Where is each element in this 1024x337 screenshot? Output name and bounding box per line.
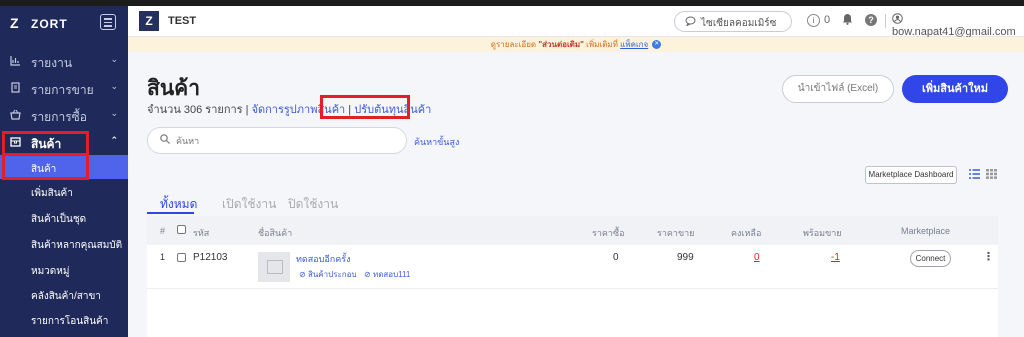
chevron-down-icon: ⌄ xyxy=(110,108,118,118)
row-code: P12103 xyxy=(193,252,228,263)
chevron-up-icon: ⌃ xyxy=(110,135,118,145)
sidebar-subitem-variants[interactable]: สินค้าหลากคุณสมบัติ xyxy=(0,231,128,255)
select-all-checkbox[interactable] xyxy=(177,225,186,234)
sidebar-subitem-label: สินค้าหลากคุณสมบัติ xyxy=(31,240,123,251)
sidebar-subitem-transfers[interactable]: รายการโอนสินค้า xyxy=(0,307,128,331)
social-commerce-label: ไซเซียลคอมเมิร์ซ xyxy=(701,18,777,29)
user-menu[interactable]: bow.napat41@gmail.com xyxy=(892,13,1024,38)
social-commerce-button[interactable]: ไซเซียลคอมเมิร์ซ xyxy=(674,11,792,32)
user-icon xyxy=(892,13,903,26)
grid-view-icon[interactable] xyxy=(986,169,997,182)
row-sell-price: 999 xyxy=(677,252,694,263)
product-tag-label: ทดสอบ111 xyxy=(372,270,411,279)
row-buy-price: 0 xyxy=(613,252,619,263)
tag-icon: ⊘ xyxy=(364,270,373,279)
brand-name: ZORT xyxy=(31,17,68,31)
sidebar-subitem-label: รายการโอนสินค้า xyxy=(31,316,109,327)
notice-bar: ดูรายละเอียด "ส่วนต่อเติม" เพิ่มเติมที่ … xyxy=(128,37,1024,52)
sidebar-subitem-label: หมวดหมู่ xyxy=(31,266,70,277)
notice-text-mid: เพิ่มเติมที่ xyxy=(583,40,621,49)
search-icon xyxy=(160,134,170,147)
active-tab-indicator xyxy=(147,212,194,214)
sidebar-subitem-label: สินค้าเป็นชุด xyxy=(31,214,87,225)
sidebar-item-label: รายงาน xyxy=(31,56,73,70)
product-tag[interactable]: ⊘ ทดสอบ111 xyxy=(364,268,410,281)
more-options-icon[interactable]: ⋮ xyxy=(983,250,994,263)
product-image-placeholder[interactable] xyxy=(258,252,290,282)
chat-icon xyxy=(685,16,696,29)
close-icon[interactable]: ✕ xyxy=(652,40,662,50)
add-product-button[interactable]: เพิ่มสินค้าใหม่ xyxy=(902,75,1008,103)
sidebar-item-label: รายการซื้อ xyxy=(31,110,88,124)
top-header: Z TEST ไซเซียลคอมเมิร์ซ i 0 ? bow.napat4… xyxy=(128,6,1024,38)
receipt-icon xyxy=(10,82,21,93)
row-remaining[interactable]: 0 xyxy=(754,252,760,263)
row-ready[interactable]: -1 xyxy=(831,252,840,263)
brand[interactable]: Z ZORT xyxy=(0,6,128,40)
row-checkbox[interactable] xyxy=(177,253,186,262)
sidebar-subitem-warehouses[interactable]: คลังสินค้า/สาขา xyxy=(0,282,128,306)
col-ready[interactable]: พร้อมขาย xyxy=(803,226,842,240)
sidebar-item-purchases[interactable]: รายการซื้อ ⌄ xyxy=(0,102,128,128)
search-input[interactable] xyxy=(176,133,396,149)
help-icon[interactable]: ? xyxy=(865,14,877,26)
sidebar-subitem-bundles[interactable]: สินค้าเป็นชุด xyxy=(0,205,128,229)
notice-package-link[interactable]: แพ็คเกจ xyxy=(620,40,648,49)
shop-name[interactable]: TEST xyxy=(168,15,196,27)
notice-text: ดูรายละเอียด xyxy=(490,40,539,49)
sidebar-subitem-add-product[interactable]: เพิ่มสินค้า xyxy=(0,179,128,203)
info-icon[interactable]: i xyxy=(807,14,820,27)
zort-logo-icon: Z xyxy=(10,15,19,31)
product-tag-label: สินค้าประกอบ xyxy=(307,270,357,279)
chevron-down-icon: ⌄ xyxy=(110,54,118,64)
connect-button[interactable]: Connect xyxy=(910,250,951,267)
marketplace-dashboard-button[interactable]: Marketplace Dashboard xyxy=(865,166,957,184)
row-index: 1 xyxy=(160,252,166,262)
bell-icon[interactable] xyxy=(842,13,853,28)
table-header: # รหัส ชื่อสินค้า ราคาซื้อ ราคาขาย คงเหล… xyxy=(147,216,998,245)
col-buy-price[interactable]: ราคาซื้อ xyxy=(592,226,624,240)
col-sell-price[interactable]: ราคาขาย xyxy=(657,226,694,240)
highlight-box-adjust-cost xyxy=(320,95,410,119)
sidebar-item-label: รายการขาย xyxy=(31,83,94,97)
sidebar-item-reports[interactable]: รายงาน ⌄ xyxy=(0,48,128,74)
product-table: # รหัส ชื่อสินค้า ราคาซื้อ ราคาขาย คงเหล… xyxy=(147,216,998,337)
header-divider xyxy=(885,14,886,28)
product-name-link[interactable]: ทดสอบอีกครั้ง xyxy=(296,252,351,266)
tab-enabled[interactable]: เปิดใช้งาน xyxy=(222,195,276,214)
basket-icon xyxy=(10,109,21,120)
product-tag[interactable]: ⊘ สินค้าประกอบ xyxy=(299,268,357,281)
list-view-icon[interactable] xyxy=(969,169,980,182)
menu-toggle-icon[interactable] xyxy=(100,14,116,30)
shop-logo-icon: Z xyxy=(139,11,159,31)
col-remaining[interactable]: คงเหลือ xyxy=(731,226,761,240)
tag-icon: ⊘ xyxy=(299,270,308,279)
table-row[interactable]: 1 P12103 ทดสอบอีกครั้ง ⊘ สินค้าประกอบ ⊘ … xyxy=(147,245,998,289)
notification-count: 0 xyxy=(824,14,831,26)
advanced-search-link[interactable]: ค้นหาขั้นสูง xyxy=(414,135,459,149)
sidebar-subitem-label: คลังสินค้า/สาขา xyxy=(31,291,101,302)
col-index: # xyxy=(160,226,166,236)
col-code[interactable]: รหัส xyxy=(193,226,209,240)
chevron-down-icon: ⌄ xyxy=(110,81,118,91)
chart-icon xyxy=(10,55,21,66)
sidebar-subitem-categories[interactable]: หมวดหมู่ xyxy=(0,257,128,281)
search-box[interactable] xyxy=(147,127,407,154)
sidebar-subitem-label: เพิ่มสินค้า xyxy=(31,188,73,199)
highlight-box-products-submenu xyxy=(2,153,89,180)
tab-disabled[interactable]: ปิดใช้งาน xyxy=(288,195,338,214)
import-excel-button[interactable]: นำเข้าไฟล์ (Excel) xyxy=(782,75,894,103)
col-marketplace: Marketplace xyxy=(901,226,951,236)
product-count: จำนวน 306 รายการ | xyxy=(147,104,252,116)
notice-bold: "ส่วนต่อเติม" xyxy=(538,40,584,49)
col-name[interactable]: ชื่อสินค้า xyxy=(258,226,292,240)
sidebar-item-sales[interactable]: รายการขาย ⌄ xyxy=(0,75,128,101)
